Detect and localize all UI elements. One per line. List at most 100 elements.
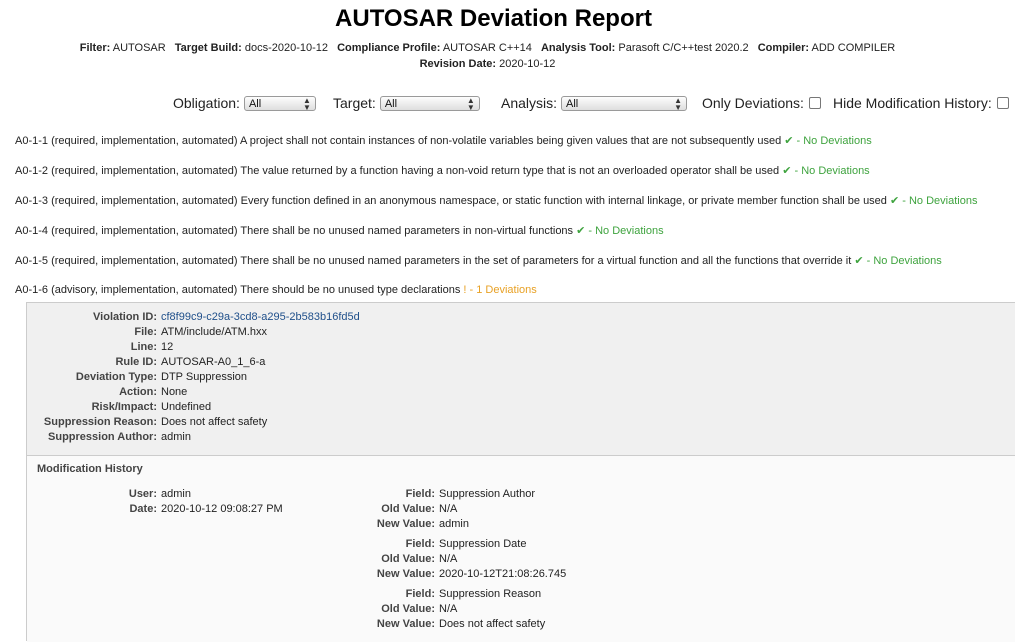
change-new: 2020-10-12T21:08:26.745	[439, 568, 567, 580]
history-user-row: User: admin	[27, 488, 191, 500]
change-new-row: New Value: Does not affect safety	[307, 618, 545, 630]
modification-history: Modification History User: admin Date: 202…	[27, 455, 1015, 642]
build-label: Target Build:	[174, 42, 242, 54]
detail-row: File: ATM/include/ATM.hxx	[27, 326, 267, 338]
change-new-row: New Value: 2020-10-12T21:08:26.745	[307, 568, 566, 580]
change-new: admin	[439, 518, 469, 530]
report-meta: Filter: AUTOSAR Target Build: docs-2020-…	[0, 42, 975, 54]
rule-row[interactable]: A0-1-5 (required, implementation, automa…	[15, 254, 942, 267]
filter-bar: Obligation: All ▲ ▼ Target: All ▲ ▼ Analys…	[0, 95, 1015, 113]
change-old-row: Old Value: N/A	[307, 503, 457, 515]
tool-value: Parasoft C/C++test 2020.2	[618, 42, 749, 54]
rule-row[interactable]: A0-1-3 (required, implementation, automa…	[15, 194, 977, 207]
change-label: Old Value:	[381, 553, 435, 565]
detail-label: Suppression Author:	[48, 431, 157, 443]
detail-value: admin	[161, 431, 191, 443]
change-old: N/A	[439, 553, 458, 565]
tool-label: Analysis Tool:	[540, 42, 616, 54]
detail-value: DTP Suppression	[161, 371, 248, 383]
analysis-select[interactable]: All ▲ ▼	[561, 95, 688, 111]
profile-value: AUTOSAR C++14	[442, 42, 532, 54]
change-old-row: Old Value: N/A	[307, 603, 457, 615]
history-date: 2020-10-12 09:08:27 PM	[161, 503, 283, 515]
hide-history-filter: Hide Modification History:	[833, 95, 1009, 111]
change-label: Field:	[405, 488, 435, 500]
rule-row[interactable]: A0-1-6 (advisory, implementation, automa…	[15, 284, 537, 296]
history-user: admin	[161, 488, 191, 500]
change-new: Does not affect safety	[439, 618, 546, 630]
detail-row: Suppression Reason: Does not affect safet…	[27, 416, 267, 428]
target-value: All	[384, 97, 398, 110]
chevron-updown-icon: ▲ ▼	[466, 95, 475, 112]
rule-row[interactable]: A0-1-4 (required, implementation, automa…	[15, 224, 664, 237]
hide-history-checkbox[interactable]	[996, 97, 1009, 109]
change-label: New Value:	[376, 518, 435, 530]
filter-value: AUTOSAR	[112, 42, 166, 54]
no-deviations-status: ✔ - No Deviations	[784, 135, 872, 147]
detail-label: Violation ID:	[93, 311, 157, 323]
rule-text: A0-1-6 (advisory, implementation, automa…	[15, 284, 461, 296]
only-deviations-checkbox[interactable]	[808, 97, 821, 109]
history-date-row: Date: 2020-10-12 09:08:27 PM	[27, 503, 283, 515]
detail-value: None	[161, 386, 188, 398]
target-select[interactable]: All ▲ ▼	[379, 95, 480, 112]
detail-row: Action: None	[27, 386, 187, 398]
detail-value: Does not affect safety	[161, 416, 268, 428]
change-old: N/A	[439, 603, 458, 615]
no-deviations-status: ✔ - No Deviations	[854, 255, 942, 267]
revision-row: Revision Date: 2020-10-12	[0, 58, 975, 70]
only-deviations-filter: Only Deviations:	[702, 95, 821, 111]
filter-label: Filter:	[79, 42, 111, 54]
chevron-updown-icon: ▲ ▼	[303, 95, 311, 112]
deviations-status: ! - 1 Deviations	[463, 284, 537, 296]
detail-label: Deviation Type:	[75, 371, 157, 383]
hide-history-label: Hide Modification History:	[833, 95, 992, 111]
detail-value: ATM/include/ATM.hxx	[161, 326, 267, 338]
rule-text: A0-1-2 (required, implementation, automa…	[15, 165, 780, 177]
history-label: User:	[128, 488, 157, 500]
detail-label: Action:	[119, 386, 157, 398]
target-label: Target:	[333, 95, 376, 111]
only-deviations-label: Only Deviations:	[702, 95, 804, 111]
profile-label: Compliance Profile:	[337, 42, 441, 54]
rule-text: A0-1-3 (required, implementation, automa…	[15, 195, 887, 207]
revision-value: 2020-10-12	[499, 58, 556, 70]
rule-text: A0-1-5 (required, implementation, automa…	[15, 255, 852, 267]
detail-label: File:	[134, 326, 157, 338]
detail-label: Risk/Impact:	[91, 401, 157, 413]
no-deviations-status: ✔ - No Deviations	[782, 165, 870, 177]
compiler-label: Compiler:	[757, 42, 810, 54]
detail-label: Rule ID:	[115, 356, 157, 368]
detail-row: Rule ID: AUTOSAR-A0_1_6-a	[27, 356, 265, 368]
change-label: Old Value:	[381, 503, 435, 515]
detail-row: Risk/Impact: Undefined	[27, 401, 212, 413]
rule-text: A0-1-4 (required, implementation, automa…	[15, 225, 574, 237]
detail-row: Line: 12	[27, 341, 174, 353]
detail-value: Undefined	[161, 401, 212, 413]
change-old: N/A	[439, 503, 458, 515]
detail-row: Deviation Type: DTP Suppression	[27, 371, 247, 383]
change-label: Field:	[405, 538, 435, 550]
history-heading: Modification History	[37, 463, 143, 475]
rule-row[interactable]: A0-1-1 (required, implementation, automa…	[15, 134, 872, 147]
obligation-value: All	[248, 97, 262, 110]
change-label: Old Value:	[381, 603, 435, 615]
violation-id-row: Violation ID: cf8f99c9-c29a-3cd8-a295-2b5…	[27, 311, 360, 323]
change-label: New Value:	[376, 618, 435, 630]
obligation-filter: Obligation: All ▲ ▼	[173, 95, 316, 111]
change-field-row: Field: Suppression Reason	[307, 588, 541, 600]
obligation-label: Obligation:	[173, 95, 240, 111]
rule-row[interactable]: A0-1-2 (required, implementation, automa…	[15, 164, 870, 177]
history-label: Date:	[129, 503, 157, 515]
change-new-row: New Value: admin	[307, 518, 469, 530]
compiler-value: ADD COMPILER	[811, 42, 896, 54]
change-label: Field:	[405, 588, 435, 600]
detail-value: 12	[161, 341, 174, 353]
change-label: New Value:	[376, 568, 435, 580]
violation-id-link[interactable]: cf8f99c9-c29a-3cd8-a295-2b583b16fd5d	[161, 311, 360, 323]
no-deviations-status: ✔ - No Deviations	[889, 195, 978, 207]
no-deviations-status: ✔ - No Deviations	[576, 225, 664, 237]
detail-label: Suppression Reason:	[43, 416, 157, 428]
obligation-select[interactable]: All ▲ ▼	[243, 95, 316, 112]
report-title: AUTOSAR Deviation Report	[335, 5, 652, 32]
